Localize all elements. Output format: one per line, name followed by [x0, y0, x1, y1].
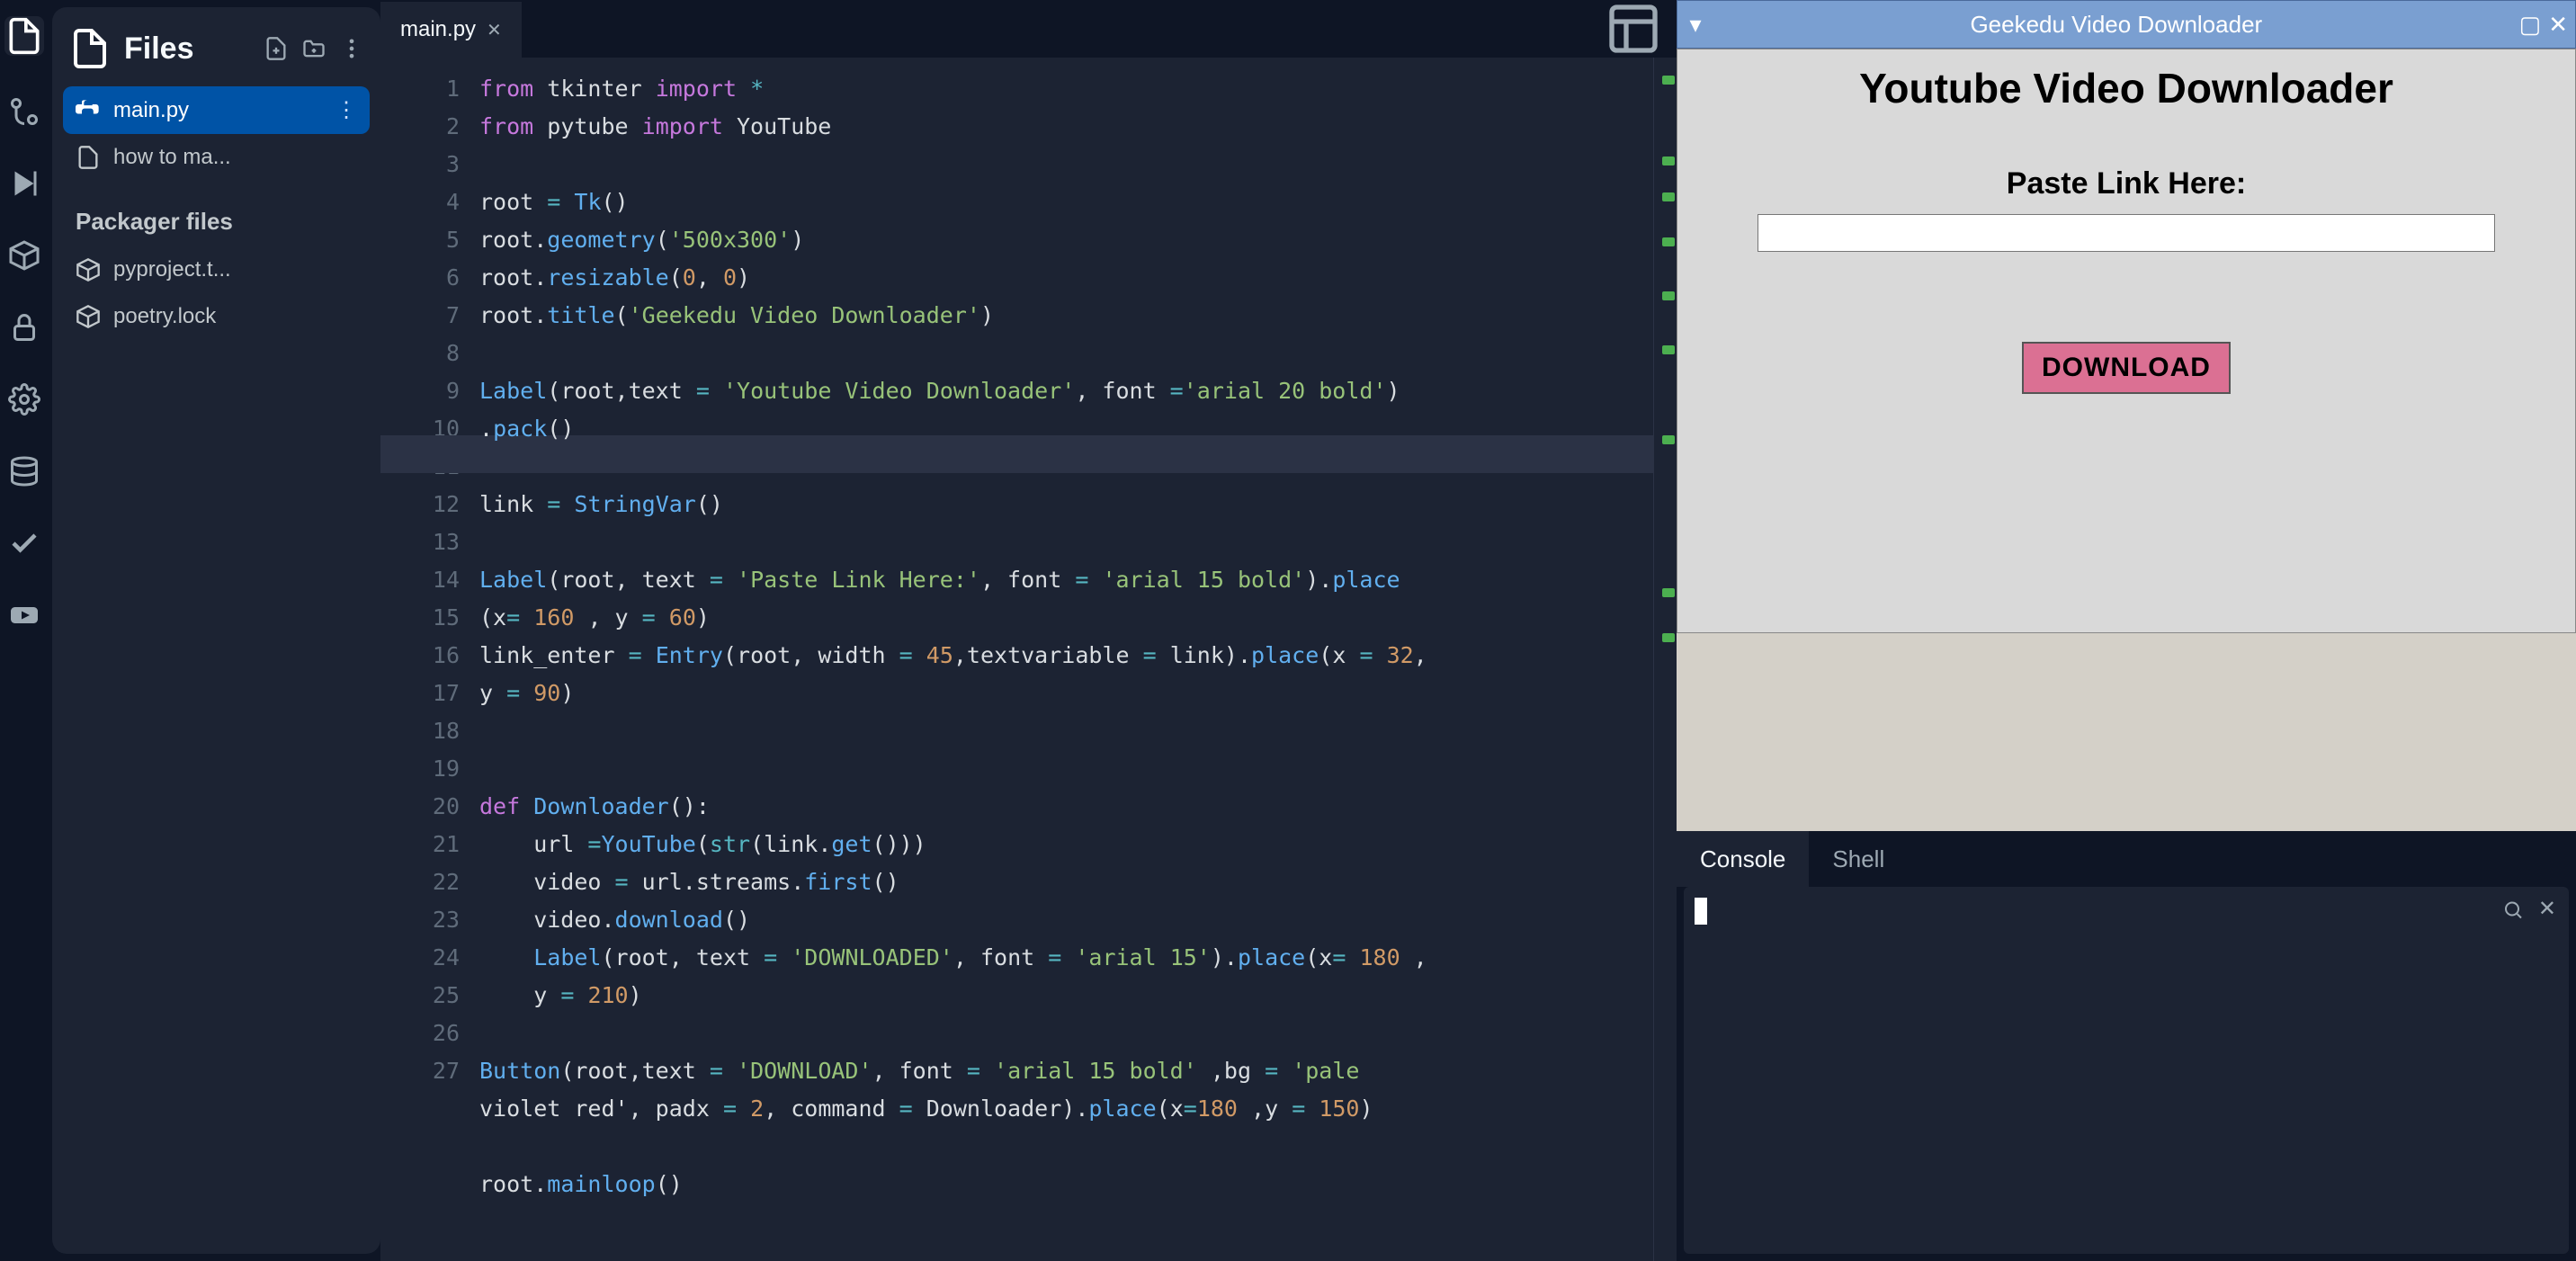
files-pane: Files main.py ⋮ how to ma... Packager file…: [52, 7, 380, 1254]
packager-list: pyproject.t... poetry.lock: [63, 246, 370, 340]
layout-icon[interactable]: [1605, 0, 1677, 58]
minimap[interactable]: [1653, 58, 1677, 1261]
files-header: Files: [63, 22, 370, 86]
close-window-icon[interactable]: ✕: [2548, 11, 2568, 39]
tab-bar: main.py ✕: [380, 0, 1677, 58]
app-empty-area: [1677, 633, 2576, 831]
video-icon[interactable]: [8, 599, 40, 631]
packager-item[interactable]: poetry.lock: [63, 293, 370, 340]
file-name: how to ma...: [113, 145, 231, 170]
file-type-icon: [76, 145, 101, 170]
doc-icon: [68, 27, 112, 70]
app-title: Geekedu Video Downloader: [1713, 11, 2519, 39]
files-title: Files: [124, 31, 251, 67]
output-column: ▾ Geekedu Video Downloader ▢ ✕ Youtube V…: [1677, 0, 2576, 1261]
app-sublabel: Paste Link Here:: [2007, 166, 2246, 201]
vcs-icon[interactable]: [8, 95, 40, 128]
file-item[interactable]: how to ma...: [63, 134, 370, 181]
app-heading: Youtube Video Downloader: [1859, 64, 2393, 112]
file-name: pyproject.t...: [113, 257, 231, 282]
cube-icon: [76, 304, 101, 329]
file-item[interactable]: main.py ⋮: [63, 86, 370, 134]
app-body: Youtube Video Downloader Paste Link Here…: [1677, 49, 2576, 633]
code-lines[interactable]: from tkinter import *from pytube import …: [479, 58, 1653, 1261]
secrets-icon[interactable]: [8, 311, 40, 344]
minimize-icon[interactable]: ▾: [1677, 11, 1713, 39]
settings-icon[interactable]: [8, 383, 40, 416]
cube-icon: [76, 257, 101, 282]
maximize-icon[interactable]: ▢: [2519, 11, 2542, 39]
clear-icon[interactable]: ✕: [2538, 896, 2556, 924]
search-icon[interactable]: [2502, 896, 2524, 924]
app-window: ▾ Geekedu Video Downloader ▢ ✕ Youtube V…: [1677, 0, 2576, 633]
tab-label: main.py: [400, 17, 476, 42]
packager-item[interactable]: pyproject.t...: [63, 246, 370, 293]
file-list: main.py ⋮ how to ma...: [63, 86, 370, 181]
package-icon[interactable]: [8, 239, 40, 272]
file-type-icon: [76, 98, 101, 123]
file-name: main.py: [113, 98, 189, 123]
tab-main-py[interactable]: main.py ✕: [380, 0, 522, 58]
link-input[interactable]: [1758, 214, 2495, 252]
line-gutter: 1234567891011121314151617181920212223242…: [380, 58, 479, 1261]
close-icon[interactable]: ✕: [487, 19, 502, 41]
database-icon[interactable]: [8, 455, 40, 487]
run-icon[interactable]: [8, 167, 40, 200]
tab-console[interactable]: Console: [1677, 831, 1809, 887]
console-cursor: [1695, 898, 1707, 925]
tab-shell[interactable]: Shell: [1809, 831, 1908, 887]
new-file-icon[interactable]: [264, 36, 289, 61]
new-folder-icon[interactable]: [301, 36, 326, 61]
download-button[interactable]: DOWNLOAD: [2022, 342, 2231, 394]
console-output[interactable]: ✕: [1684, 887, 2569, 1254]
packager-label: Packager files: [63, 181, 370, 246]
file-more-icon[interactable]: ⋮: [335, 97, 357, 123]
check-icon[interactable]: [8, 527, 40, 559]
code-editor[interactable]: 1234567891011121314151617181920212223242…: [380, 58, 1677, 1261]
files-icon[interactable]: [4, 16, 44, 56]
editor-area: main.py ✕ 123456789101112131415161718192…: [380, 0, 1677, 1261]
file-name: poetry.lock: [113, 304, 216, 329]
app-titlebar[interactable]: ▾ Geekedu Video Downloader ▢ ✕: [1677, 0, 2576, 49]
console-area: Console Shell ✕: [1677, 831, 2576, 1261]
activity-bar: [0, 0, 49, 1261]
console-tabs: Console Shell: [1677, 831, 2576, 887]
files-more-icon[interactable]: [339, 36, 364, 61]
